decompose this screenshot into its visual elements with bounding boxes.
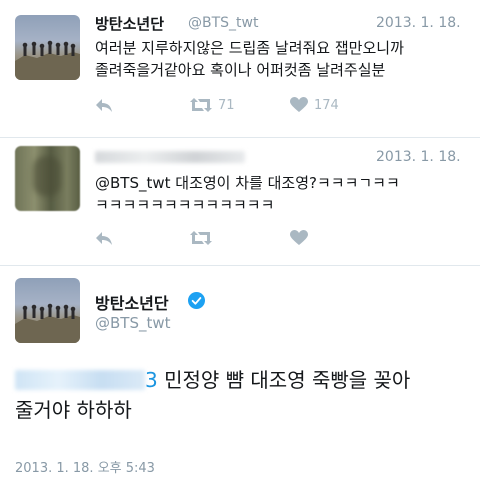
reply-icon (96, 99, 112, 112)
blurred-avatar-content (33, 156, 61, 196)
retweet-button[interactable] (190, 230, 212, 246)
group-photo-icon (15, 303, 80, 343)
retweet-count: 71 (218, 97, 235, 113)
tweet-timestamp[interactable]: 2013. 1. 18. 오후 5:43 (15, 457, 155, 476)
author-name[interactable]: 방탄소년단 (95, 13, 164, 34)
bts-avatar[interactable] (15, 15, 80, 80)
blurred-author-name (95, 151, 245, 163)
reply-button[interactable] (95, 230, 113, 246)
tweet-detail[interactable]: 방탄소년단 @BTS_twt 3 민정양 뺨 대조영 죽빵을 꽂아 줄거야 하하… (0, 265, 480, 495)
blurred-avatar[interactable] (15, 146, 80, 211)
tweet-date[interactable]: 2013. 1. 18. (376, 149, 461, 165)
tweet-text: 3 민정양 뺨 대조영 죽빵을 꽂아 줄거야 하하하 (15, 365, 475, 425)
author-handle[interactable]: @BTS_twt (95, 314, 171, 332)
tweet-date[interactable]: 2013. 1. 18. (376, 15, 461, 31)
heart-icon (290, 97, 308, 112)
tweet-text-line: ㅋㅋㅋㅋㅋㅋㅋㅋㅋㅋㅋㅋㅋ (95, 196, 275, 214)
reply-icon (96, 232, 112, 245)
tweet-text-line: @BTS_twt 대조영이 차를 대조영?ㅋㅋㅋㄱㅋㅋ (95, 174, 400, 192)
reply-button[interactable] (95, 97, 113, 113)
author-name[interactable]: 방탄소년단 (95, 290, 169, 314)
bts-avatar[interactable] (15, 278, 80, 343)
verified-badge-icon (188, 292, 205, 309)
heart-icon (290, 230, 308, 245)
tweet-actions (95, 230, 475, 250)
tweet-1[interactable]: 방탄소년단 @BTS_twt 2013. 1. 18. 여러분 지루하지않은 드… (0, 0, 480, 130)
author-handle[interactable]: @BTS_twt (188, 15, 258, 31)
retweet-button[interactable]: 71 (190, 97, 235, 113)
mention-link[interactable]: 3 (145, 368, 158, 392)
tweet-text: @BTS_twt 대조영이 차를 대조영?ㅋㅋㅋㄱㅋㅋ ㅋㅋㅋㅋㅋㅋㅋㅋㅋㅋㅋㅋ… (95, 172, 475, 216)
like-button[interactable] (290, 230, 308, 246)
tweet-text: 여러분 지루하지않은 드립좀 날려줘요 잽만오니까 졸려죽을거같아요 혹이나 어… (95, 37, 475, 81)
retweet-icon (190, 231, 212, 245)
tweet-text-line-1: 3 민정양 뺨 대조영 죽빵을 꽂아 (15, 365, 475, 395)
tweet-text-segment: 민정양 뺨 대조영 죽빵을 꽂아 (157, 368, 411, 392)
tweet-text-line: 여러분 지루하지않은 드립좀 날려줘요 잽만오니까 (95, 39, 404, 57)
like-count: 174 (314, 97, 339, 113)
tweet-text-line: 졸려죽을거같아요 혹이나 어퍼컷좀 날려주실분 (95, 61, 386, 79)
group-photo-icon (15, 40, 80, 80)
like-button[interactable]: 174 (290, 97, 339, 113)
tweet-text-line-2: 줄거야 하하하 (15, 398, 132, 422)
tweet-2[interactable]: 2013. 1. 18. @BTS_twt 대조영이 차를 대조영?ㅋㅋㅋㄱㅋㅋ… (0, 137, 480, 265)
tweet-actions: 71 174 (95, 97, 475, 117)
retweet-icon (190, 98, 212, 112)
